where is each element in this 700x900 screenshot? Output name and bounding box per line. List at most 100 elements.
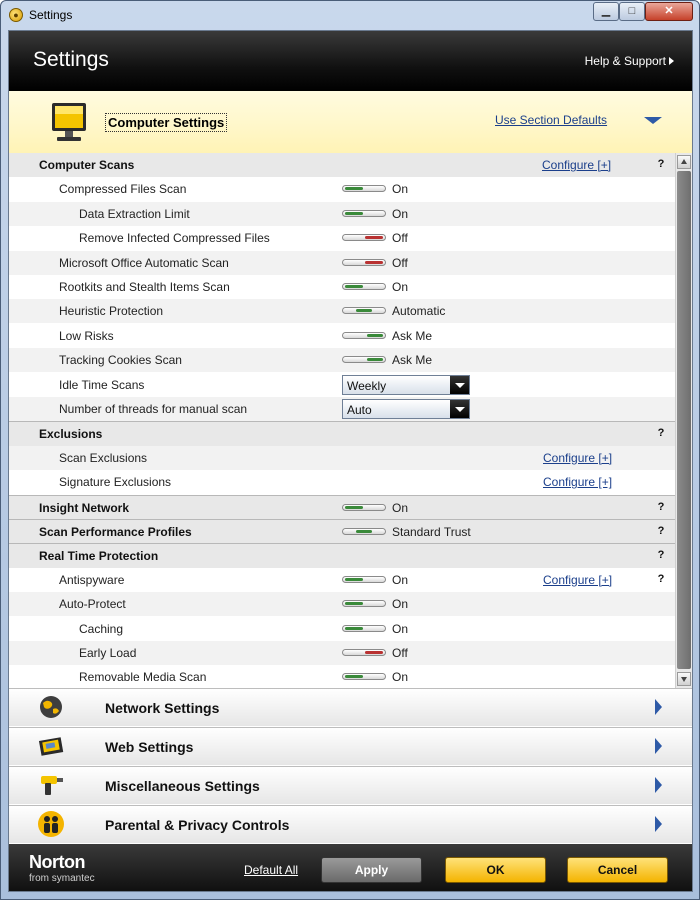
setting-label: Scan Exclusions: [59, 450, 148, 465]
toggle-switch[interactable]: [342, 209, 386, 217]
configure-link[interactable]: Configure [+]: [543, 451, 612, 465]
setting-row-rootkits-and-stealth-items-scan: Rootkits and Stealth Items Scan On: [9, 275, 675, 299]
expand-arrow-icon[interactable]: [655, 816, 662, 832]
norton-logo: Norton: [29, 852, 85, 872]
minimize-button[interactable]: ▁: [593, 2, 619, 21]
scroll-up-button[interactable]: [677, 155, 691, 169]
group-row-insight-network: Insight Network On?: [9, 494, 675, 520]
category-label: Web Settings: [105, 739, 194, 755]
toggle-switch[interactable]: [342, 600, 386, 608]
category-network-settings[interactable]: Network Settings: [9, 688, 692, 726]
toggle-indicator: [365, 651, 383, 654]
toggle-switch[interactable]: [342, 331, 386, 339]
setting-label: Early Load: [79, 646, 137, 660]
toggle-switch[interactable]: [342, 649, 386, 656]
toggle-indicator: [345, 626, 363, 630]
configure-link[interactable]: Configure [+]: [542, 158, 611, 172]
cancel-button[interactable]: Cancel: [567, 857, 668, 883]
setting-label: Compressed Files Scan: [59, 182, 187, 197]
setting-row-remove-infected-compressed-files: Remove Infected Compressed Files Off: [9, 226, 675, 250]
toggle-switch[interactable]: [342, 283, 386, 290]
dropdown-arrow-icon[interactable]: [450, 400, 469, 418]
default-all-link[interactable]: Default All: [244, 863, 298, 877]
help-question-icon[interactable]: ?: [654, 572, 668, 586]
settings-list: Computer Scans Configure [+]? Compressed F…: [9, 153, 675, 688]
toggle-indicator: [345, 602, 363, 606]
close-button[interactable]: ✕: [645, 2, 693, 21]
toggle-switch[interactable]: [342, 575, 386, 583]
setting-value: Ask Me: [392, 353, 433, 368]
toggle-switch[interactable]: [342, 503, 386, 511]
setting-label: Antispyware: [59, 572, 125, 587]
toggle-switch[interactable]: [342, 258, 386, 266]
dropdown-arrow-icon[interactable]: [450, 375, 469, 394]
setting-value: Off: [392, 231, 408, 246]
use-section-defaults-link[interactable]: Use Section Defaults: [495, 113, 607, 127]
ok-button[interactable]: OK: [445, 857, 546, 883]
apply-button[interactable]: Apply: [321, 857, 422, 883]
toggle-switch[interactable]: [342, 528, 386, 535]
setting-row-data-extraction-limit: Data Extraction Limit On: [9, 201, 675, 226]
scroll-down-button[interactable]: [677, 672, 691, 686]
category-parental-privacy-controls[interactable]: Parental & Privacy Controls: [9, 805, 692, 843]
category-web-settings[interactable]: Web Settings: [9, 727, 692, 765]
category-label: Parental & Privacy Controls: [105, 817, 290, 833]
setting-label: Data Extraction Limit: [79, 206, 190, 221]
setting-label: Idle Time Scans: [59, 377, 145, 392]
section-title[interactable]: Computer Settings: [105, 113, 228, 132]
setting-row-compressed-files-scan: Compressed Files Scan On: [9, 177, 675, 201]
setting-value: On: [392, 572, 409, 587]
expand-arrow-icon[interactable]: [655, 699, 662, 715]
setting-value: On: [392, 621, 409, 636]
group-row-real-time-protection: Real Time Protection?: [9, 543, 675, 569]
setting-value: Ask Me: [392, 328, 433, 343]
help-question-icon[interactable]: ?: [654, 500, 668, 514]
toggle-switch[interactable]: [342, 234, 386, 242]
toggle-switch[interactable]: [342, 185, 386, 193]
setting-label: Signature Exclusions: [59, 475, 172, 490]
maximize-button[interactable]: □: [619, 2, 645, 21]
help-question-icon[interactable]: ?: [654, 157, 668, 171]
setting-row-tracking-cookies-scan: Tracking Cookies Scan Ask Me: [9, 348, 675, 373]
settings-window: ● Settings ▁ □ ✕ Settings Help & Support…: [0, 0, 700, 900]
toggle-indicator: [365, 236, 383, 240]
toggle-indicator: [356, 309, 372, 313]
toggle-switch[interactable]: [342, 673, 386, 681]
setting-value: On: [392, 597, 409, 612]
help-support-link[interactable]: Help & Support: [585, 54, 666, 68]
title-bar[interactable]: ● Settings ▁ □ ✕: [1, 1, 699, 29]
setting-row-number-of-threads-for-manual-scan: Number of threads for manual scan Auto: [9, 397, 675, 421]
setting-row-microsoft-office-automatic-scan: Microsoft Office Automatic Scan Off: [9, 250, 675, 275]
select-dropdown[interactable]: Auto: [342, 399, 470, 419]
setting-label: Removable Media Scan: [79, 670, 207, 685]
help-question-icon[interactable]: ?: [654, 426, 668, 440]
toggle-indicator: [345, 577, 363, 581]
select-dropdown[interactable]: Weekly: [342, 374, 470, 395]
toggle-switch[interactable]: [342, 624, 386, 632]
setting-value: Off: [392, 646, 408, 660]
setting-value: Standard Trust: [392, 525, 471, 539]
configure-link[interactable]: Configure [+]: [543, 573, 612, 587]
setting-label: Microsoft Office Automatic Scan: [59, 255, 229, 270]
toggle-indicator: [345, 285, 363, 288]
help-question-icon[interactable]: ?: [654, 524, 668, 538]
setting-row-early-load: Early Load Off: [9, 641, 675, 665]
vertical-scrollbar[interactable]: [675, 153, 692, 688]
toggle-switch[interactable]: [342, 307, 386, 315]
configure-link[interactable]: Configure [+]: [543, 475, 612, 489]
setting-row-scan-exclusions: Scan Exclusions Configure [+]: [9, 445, 675, 470]
scroll-thumb[interactable]: [677, 171, 691, 669]
expand-arrow-icon[interactable]: [655, 738, 662, 754]
setting-row-removable-media-scan: Removable Media Scan On: [9, 665, 675, 688]
section-header: Computer Settings Use Section Defaults: [9, 91, 692, 154]
setting-value: On: [392, 206, 409, 221]
help-question-icon[interactable]: ?: [654, 548, 668, 562]
setting-label: Number of threads for manual scan: [59, 402, 248, 416]
setting-label: Low Risks: [59, 328, 114, 343]
toggle-switch[interactable]: [342, 356, 386, 364]
category-miscellaneous-settings[interactable]: Miscellaneous Settings: [9, 766, 692, 804]
dropdown-value: Weekly: [347, 378, 387, 393]
expand-arrow-icon[interactable]: [655, 777, 662, 793]
setting-value: Automatic: [392, 304, 446, 319]
collapse-section-icon[interactable]: [644, 117, 662, 124]
